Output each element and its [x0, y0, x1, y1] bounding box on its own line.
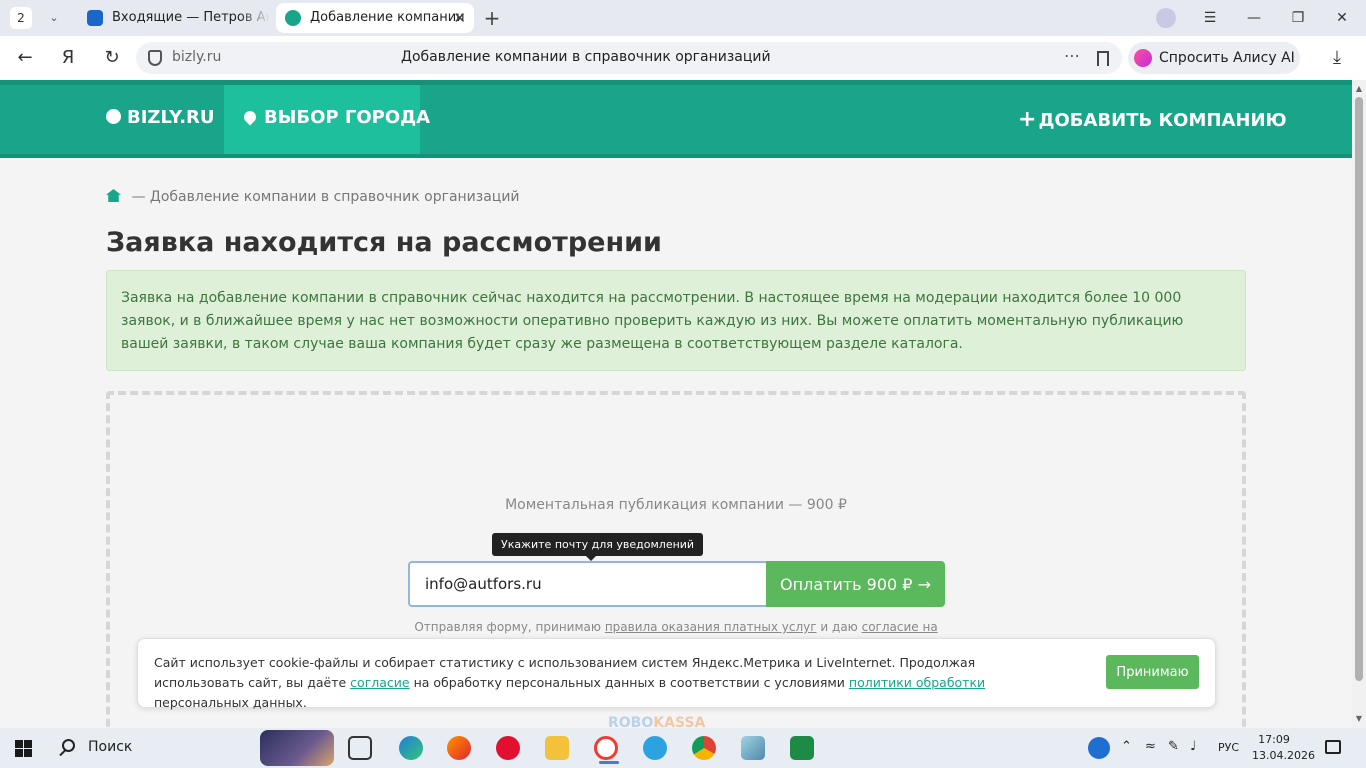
bookmark-icon[interactable] — [1097, 51, 1109, 66]
ask-alice-button[interactable]: Спросить Алису AI — [1128, 42, 1300, 74]
language-indicator[interactable]: РУС — [1218, 741, 1239, 754]
cookie-consent-link[interactable]: согласие — [350, 675, 409, 690]
moderation-notice: Заявка на добавление компании в справочн… — [106, 270, 1246, 371]
cookie-text: Сайт использует cookie-файлы и собирает … — [154, 655, 986, 710]
minimize-icon[interactable]: — — [1232, 0, 1276, 36]
tab-add-company[interactable]: Добавление компании ✕ — [276, 3, 474, 33]
pen-icon[interactable]: ✎ — [1168, 739, 1179, 754]
accept-cookies-button[interactable]: Принимаю — [1106, 655, 1199, 689]
city-select-label: ВЫБОР ГОРОДА — [264, 107, 431, 128]
site-logo-link[interactable]: BIZLY.RU — [106, 107, 215, 128]
spreadsheet-icon[interactable] — [790, 736, 814, 760]
privacy-policy-link[interactable]: политики обработки — [849, 675, 985, 690]
breadcrumb: — Добавление компании в справочник орган… — [106, 189, 520, 205]
close-icon[interactable]: ✕ — [453, 3, 466, 33]
chevron-down-icon[interactable]: ⌄ — [42, 7, 66, 29]
network-icon[interactable]: ≈ — [1145, 739, 1156, 754]
menu-icon[interactable]: ☰ — [1188, 0, 1232, 36]
cookie-banner: Сайт использует cookie-файлы и собирает … — [137, 638, 1216, 710]
address-domain: bizly.ru — [172, 49, 222, 65]
clock-time: 17:09 — [1258, 733, 1290, 746]
address-page-title: Добавление компании в справочник организ… — [401, 49, 771, 65]
yandex-browser-icon[interactable] — [594, 736, 619, 764]
firefox-icon[interactable] — [447, 736, 471, 760]
site-header: BIZLY.RU ВЫБОР ГОРОДА + ДОБАВИТЬ КОМПАНИЮ — [0, 80, 1352, 158]
chevron-up-icon[interactable]: ⌃ — [1121, 739, 1132, 754]
restore-icon[interactable]: ❐ — [1276, 0, 1320, 36]
tab-title: Добавление компании — [310, 10, 465, 25]
outlook-icon — [87, 10, 103, 26]
download-icon[interactable]: ⤓ — [1333, 47, 1341, 68]
shield-icon[interactable] — [148, 50, 162, 66]
page-title: Заявка находится на рассмотрении — [106, 227, 662, 258]
add-company-label: ДОБАВИТЬ КОМПАНИЮ — [1038, 110, 1287, 131]
search-label: Поиск — [88, 739, 133, 755]
scroll-up-icon[interactable]: ▲ — [1352, 82, 1366, 96]
terms-text: Отправляя форму, принимаю правила оказан… — [414, 620, 938, 634]
telegram-icon[interactable] — [643, 736, 667, 760]
consent-link[interactable]: согласие на — [862, 620, 938, 634]
brand-label: BIZLY.RU — [127, 107, 215, 128]
city-select-button[interactable]: ВЫБОР ГОРОДА — [224, 85, 430, 154]
notes-app-icon[interactable] — [741, 736, 765, 760]
home-icon[interactable] — [106, 189, 121, 202]
tab-count-badge[interactable]: 2 — [10, 7, 32, 29]
task-view-icon[interactable] — [348, 736, 372, 760]
paid-services-rules-link[interactable]: правила оказания платных услуг — [605, 620, 817, 634]
yandex-logo-icon[interactable]: Я — [55, 46, 81, 70]
search-icon — [62, 739, 75, 752]
new-tab-plus-icon[interactable]: + — [480, 6, 504, 30]
email-tooltip: Укажите почту для уведомлений — [492, 533, 704, 561]
file-explorer-icon[interactable] — [545, 736, 569, 760]
volume-icon[interactable]: ♩ — [1190, 739, 1196, 754]
alice-label: Спросить Алису AI — [1159, 50, 1295, 66]
scroll-thumb[interactable] — [1355, 97, 1363, 681]
pay-button[interactable]: Оплатить 900 ₽ → — [766, 561, 945, 607]
alice-icon — [1134, 49, 1152, 67]
globe-icon — [106, 109, 121, 124]
tab-inbox[interactable]: Входящие — Петров Анто — [78, 3, 270, 33]
more-dots-icon[interactable]: ⋯ — [1064, 46, 1081, 65]
taskbar-search[interactable]: Поиск — [48, 728, 338, 768]
bizly-favicon-icon — [285, 10, 301, 26]
breadcrumb-current: Добавление компании в справочник организ… — [149, 189, 520, 205]
taskbar: Поиск ⌃ ≈ ✎ ♩ РУС 17:09 13.04.2026 — [0, 728, 1366, 768]
reload-icon[interactable]: ↻ — [99, 46, 125, 70]
clock-date: 13.04.2026 — [1252, 749, 1315, 762]
opera-icon[interactable] — [496, 736, 520, 760]
email-input[interactable] — [408, 561, 768, 607]
browser-toolbar: ← Я ↻ bizly.ru Добавление компании в спр… — [0, 36, 1366, 80]
back-arrow-icon[interactable]: ← — [12, 46, 38, 70]
help-icon[interactable] — [1088, 737, 1110, 759]
taskbar-clock[interactable]: 17:09 13.04.2026 — [1252, 732, 1315, 764]
windows-start-icon[interactable] — [15, 740, 32, 757]
scroll-down-icon[interactable]: ▼ — [1352, 712, 1366, 726]
search-highlight-image — [260, 730, 334, 766]
browser-tab-strip: 2 ⌄ Входящие — Петров Анто Добавление ко… — [0, 0, 1366, 36]
profile-icon[interactable] — [1156, 8, 1176, 28]
notifications-icon[interactable] — [1325, 740, 1341, 754]
breadcrumb-separator: — — [131, 189, 146, 205]
page-scrollbar[interactable]: ▲ ▼ — [1352, 80, 1366, 728]
plus-icon: + — [1018, 107, 1037, 132]
map-pin-icon — [241, 108, 259, 126]
edge-icon[interactable] — [399, 736, 423, 760]
address-bar[interactable]: bizly.ru Добавление компании в справочни… — [136, 42, 1122, 74]
chrome-icon[interactable] — [692, 736, 716, 760]
window-close-icon[interactable]: ✕ — [1320, 0, 1364, 36]
add-company-link[interactable]: + ДОБАВИТЬ КОМПАНИЮ — [1018, 107, 1287, 132]
payment-caption: Моментальная публикация компании — 900 ₽ — [505, 497, 847, 513]
